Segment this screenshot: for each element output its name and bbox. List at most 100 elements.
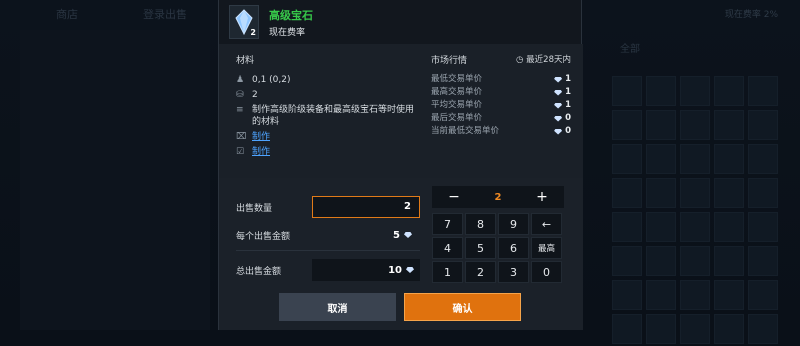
bg-grid-cell bbox=[714, 246, 744, 276]
bg-grid-cell bbox=[714, 314, 744, 344]
bg-grid-cell bbox=[748, 178, 778, 208]
cancel-button[interactable]: 取消 bbox=[279, 293, 396, 321]
material-row: ⛁ 2 bbox=[236, 89, 421, 101]
decrement-button[interactable]: − bbox=[432, 186, 476, 208]
bg-grid-cell bbox=[646, 178, 676, 208]
market-label: 最后交易单价 bbox=[431, 113, 483, 123]
sell-panel: 出售数量 2 每个出售金额 5 总出售金额 10 − 2 + 7 8 9 ← 4… bbox=[219, 178, 583, 330]
bg-grid-cell bbox=[680, 246, 710, 276]
market-label: 最低交易单价 bbox=[431, 74, 483, 84]
bg-grid-cell bbox=[748, 144, 778, 174]
market-value: 0 bbox=[565, 126, 571, 136]
material-row: ♟ 0,1 (0,2) bbox=[236, 74, 421, 86]
materials-title: 材料 bbox=[236, 56, 255, 66]
bg-grid-cell bbox=[680, 144, 710, 174]
gem-icon bbox=[554, 89, 563, 96]
bg-grid-cell bbox=[646, 110, 676, 140]
bg-grid-cell bbox=[714, 110, 744, 140]
list-icon: ≡ bbox=[236, 105, 244, 115]
key-5[interactable]: 5 bbox=[465, 237, 496, 259]
gem-icon bbox=[406, 267, 414, 273]
divider bbox=[236, 250, 420, 251]
gem-icon bbox=[404, 232, 412, 238]
market-value: 0 bbox=[565, 113, 571, 123]
item-name: 高级宝石 bbox=[269, 8, 313, 22]
bg-grid-cell bbox=[748, 212, 778, 242]
numeric-keypad: − 2 + 7 8 9 ← 4 5 6 最高 1 2 3 0 bbox=[432, 186, 564, 283]
market-row: 最后交易单价 0 bbox=[431, 112, 571, 125]
key-4[interactable]: 4 bbox=[432, 237, 463, 259]
clock-icon: ◷ bbox=[516, 55, 527, 65]
key-8[interactable]: 8 bbox=[465, 213, 496, 235]
market-value: 1 bbox=[565, 100, 571, 110]
bg-grid-cell bbox=[680, 280, 710, 310]
key-3[interactable]: 3 bbox=[498, 261, 529, 283]
bg-grid-cell bbox=[612, 212, 642, 242]
total-price-label: 总出售金额 bbox=[236, 266, 282, 277]
material-stack: 2 bbox=[252, 90, 258, 100]
bg-grid-cell bbox=[714, 178, 744, 208]
market-row: 最高交易单价 1 bbox=[431, 86, 571, 99]
bg-grid-cell bbox=[646, 144, 676, 174]
bg-grid-cell bbox=[748, 314, 778, 344]
market-title: 市场行情 bbox=[431, 56, 468, 66]
increment-button[interactable]: + bbox=[520, 186, 564, 208]
item-info-panel: 材料 ♟ 0,1 (0,2) ⛁ 2 ≡ 制作高级阶级装备和最高级宝石等时使用的… bbox=[219, 44, 583, 178]
key-0[interactable]: 0 bbox=[531, 261, 562, 283]
key-2[interactable]: 2 bbox=[465, 261, 496, 283]
key-7[interactable]: 7 bbox=[432, 213, 463, 235]
bg-grid-cell bbox=[714, 76, 744, 106]
unit-price-value: 5 bbox=[393, 229, 400, 241]
gem-icon bbox=[554, 128, 563, 135]
bg-grid-cell bbox=[612, 314, 642, 344]
market-label: 平均交易单价 bbox=[431, 100, 483, 110]
key-9[interactable]: 9 bbox=[498, 213, 529, 235]
backspace-key[interactable]: ← bbox=[531, 213, 562, 235]
bg-grid-cell bbox=[680, 76, 710, 106]
bg-grid-cell bbox=[612, 144, 642, 174]
material-description: 制作高级阶级装备和最高级宝石等时使用的材料 bbox=[252, 105, 415, 127]
bg-grid-cell bbox=[646, 76, 676, 106]
bg-grid-cell bbox=[748, 246, 778, 276]
bg-tab-listing: 登录出售 bbox=[143, 8, 187, 21]
bg-grid-cell bbox=[612, 246, 642, 276]
bg-grid-cell bbox=[748, 76, 778, 106]
bg-grid-cell bbox=[646, 280, 676, 310]
bg-grid-cell bbox=[748, 110, 778, 140]
craft-link-2[interactable]: 制作 bbox=[252, 146, 270, 158]
bg-grid-cell bbox=[714, 212, 744, 242]
bg-grid-cell bbox=[646, 246, 676, 276]
total-price-box: 10 bbox=[312, 259, 420, 281]
quantity-input[interactable]: 2 bbox=[312, 196, 420, 218]
market-label: 最高交易单价 bbox=[431, 87, 483, 97]
confirm-button[interactable]: 确认 bbox=[404, 293, 521, 321]
unit-price-label: 每个出售金额 bbox=[236, 231, 291, 242]
bg-fee-label: 现在费率 2% bbox=[724, 10, 778, 20]
key-1[interactable]: 1 bbox=[432, 261, 463, 283]
market-section: 市场行情 ◷ 最近28天内 最低交易单价 1 最高交易单价 1 平均交易单价 1 最后… bbox=[431, 53, 571, 138]
max-key[interactable]: 最高 bbox=[531, 237, 562, 259]
bg-tab-shop: 商店 bbox=[56, 8, 78, 21]
bg-grid-cell bbox=[680, 178, 710, 208]
craft-link[interactable]: 制作 bbox=[252, 131, 270, 143]
market-range: ◷ 最近28天内 bbox=[516, 53, 571, 66]
gem-icon bbox=[554, 102, 563, 109]
bg-grid-cell bbox=[646, 212, 676, 242]
bg-grid-cell bbox=[748, 280, 778, 310]
key-6[interactable]: 6 bbox=[498, 237, 529, 259]
item-subtitle: 现在费率 bbox=[269, 27, 306, 38]
bg-grid-cell bbox=[612, 178, 642, 208]
bg-inventory-grid bbox=[612, 36, 792, 344]
gem-icon bbox=[554, 76, 563, 83]
market-row: 最低交易单价 1 bbox=[431, 73, 571, 86]
bg-grid-cell bbox=[714, 144, 744, 174]
item-slot: 2 bbox=[229, 5, 259, 39]
bg-grid-cell bbox=[680, 110, 710, 140]
material-weight: 0,1 (0,2) bbox=[252, 75, 291, 85]
stack-icon: ⛁ bbox=[236, 90, 244, 100]
material-row: ⌧ 制作 bbox=[236, 131, 421, 143]
market-row: 平均交易单价 1 bbox=[431, 99, 571, 112]
gem-icon bbox=[554, 115, 563, 122]
keypad-display: 2 bbox=[494, 191, 502, 203]
bg-grid-cell bbox=[612, 76, 642, 106]
